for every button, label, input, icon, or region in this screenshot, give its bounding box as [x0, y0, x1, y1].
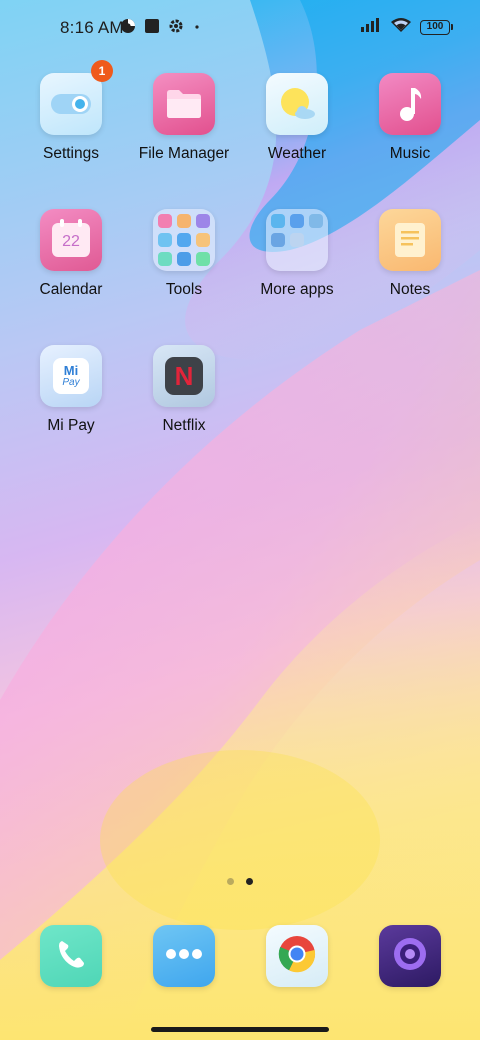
calendar-date: 22 — [62, 233, 80, 250]
app-label-settings: Settings — [42, 145, 99, 162]
status-notification-icons — [120, 18, 202, 38]
mi-pay-icon: Mi Pay — [40, 345, 102, 407]
data-saver-icon — [120, 18, 136, 39]
sun-cloud-icon — [266, 73, 328, 135]
netflix-icon: N — [153, 345, 215, 407]
toggle-icon — [40, 73, 102, 135]
signal-bars-icon — [360, 17, 382, 38]
status-time: 8:16 AM — [60, 18, 124, 37]
app-calendar[interactable]: 22 Calendar — [15, 209, 127, 299]
app-notes[interactable]: Notes — [354, 209, 466, 299]
folder-grid-icon — [266, 209, 328, 271]
folder-label-tools: Tools — [165, 281, 203, 298]
app-netflix[interactable]: N Netflix — [128, 345, 240, 435]
battery-icon: 100 — [420, 20, 453, 35]
netflix-mark: N — [174, 360, 194, 391]
calendar-icon: 22 — [40, 209, 102, 271]
app-file-manager[interactable]: File Manager — [128, 73, 240, 163]
camera-lens-icon — [390, 934, 430, 979]
dock — [0, 925, 480, 987]
phone-icon — [54, 937, 88, 976]
wifi-icon — [390, 17, 412, 38]
dock-camera[interactable] — [379, 925, 441, 987]
gesture-navigation-bar[interactable] — [151, 1027, 329, 1032]
app-music[interactable]: Music — [354, 73, 466, 163]
folder-label-more-apps: More apps — [260, 281, 334, 298]
folder-tools[interactable]: Tools — [128, 209, 240, 299]
app-settings[interactable]: Settings — [15, 73, 127, 163]
app-label-netflix: Netflix — [162, 417, 206, 434]
app-mi-pay[interactable]: Mi Pay Mi Pay — [15, 345, 127, 435]
dock-phone[interactable] — [40, 925, 102, 987]
folder-more-apps[interactable]: More apps — [241, 209, 353, 299]
page-dot-2-active[interactable] — [246, 878, 253, 885]
app-label-mi-pay: Mi Pay — [47, 417, 95, 434]
dock-messaging[interactable] — [153, 925, 215, 987]
app-label-music: Music — [389, 145, 431, 162]
app-weather[interactable]: Weather — [241, 73, 353, 163]
folder-icon — [153, 73, 215, 135]
chat-dots-icon — [164, 947, 204, 966]
notification-badge: 1 — [91, 60, 113, 82]
mi-pay-mark-bottom: Pay — [62, 376, 80, 388]
calendar-page: 22 — [52, 219, 90, 257]
note-icon — [379, 209, 441, 271]
chrome-icon — [277, 934, 317, 979]
app-label-notes: Notes — [389, 281, 431, 298]
folder-grid-icon — [153, 209, 215, 271]
mi-pay-mark-top: Mi — [63, 362, 79, 378]
app-label-weather: Weather — [267, 145, 327, 162]
app-label-file-manager: File Manager — [138, 145, 230, 162]
dock-chrome[interactable] — [266, 925, 328, 987]
square-notification-icon — [144, 18, 160, 39]
music-note-icon — [379, 73, 441, 135]
app-label-calendar: Calendar — [39, 281, 103, 298]
status-bar: 8:16 AM 100 — [0, 0, 480, 56]
gear-icon — [168, 18, 184, 39]
page-indicator[interactable] — [0, 878, 480, 885]
dot-icon — [192, 18, 202, 39]
page-dot-1[interactable] — [227, 878, 234, 885]
